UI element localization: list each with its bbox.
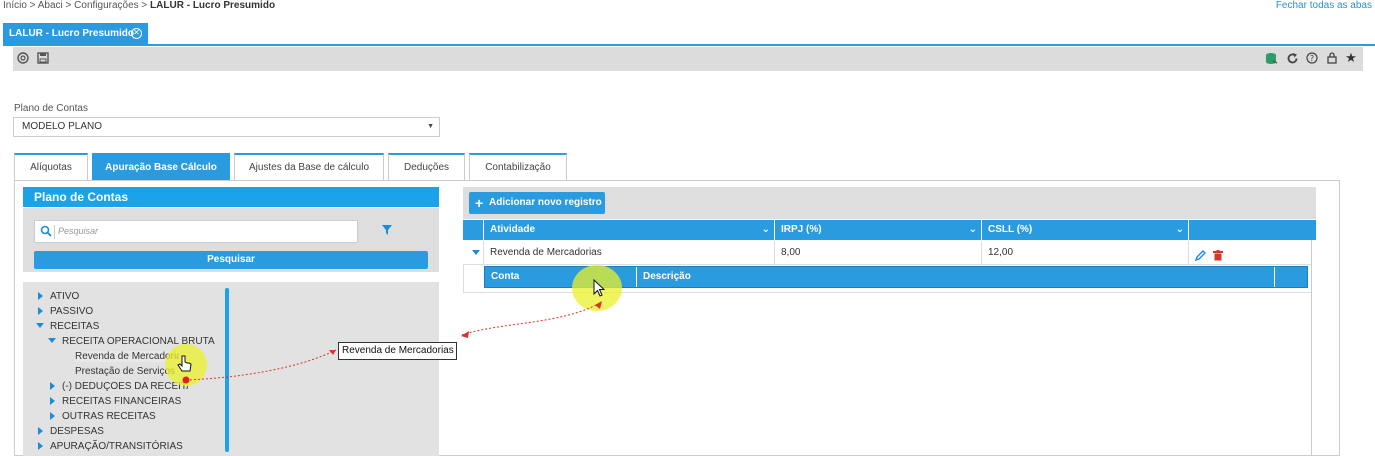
arrow-cursor-icon <box>593 279 606 297</box>
drag-arrow-annotation <box>182 301 602 384</box>
hand-cursor-icon <box>177 355 192 372</box>
drag-tooltip: Revenda de Mercadorias <box>338 342 457 360</box>
